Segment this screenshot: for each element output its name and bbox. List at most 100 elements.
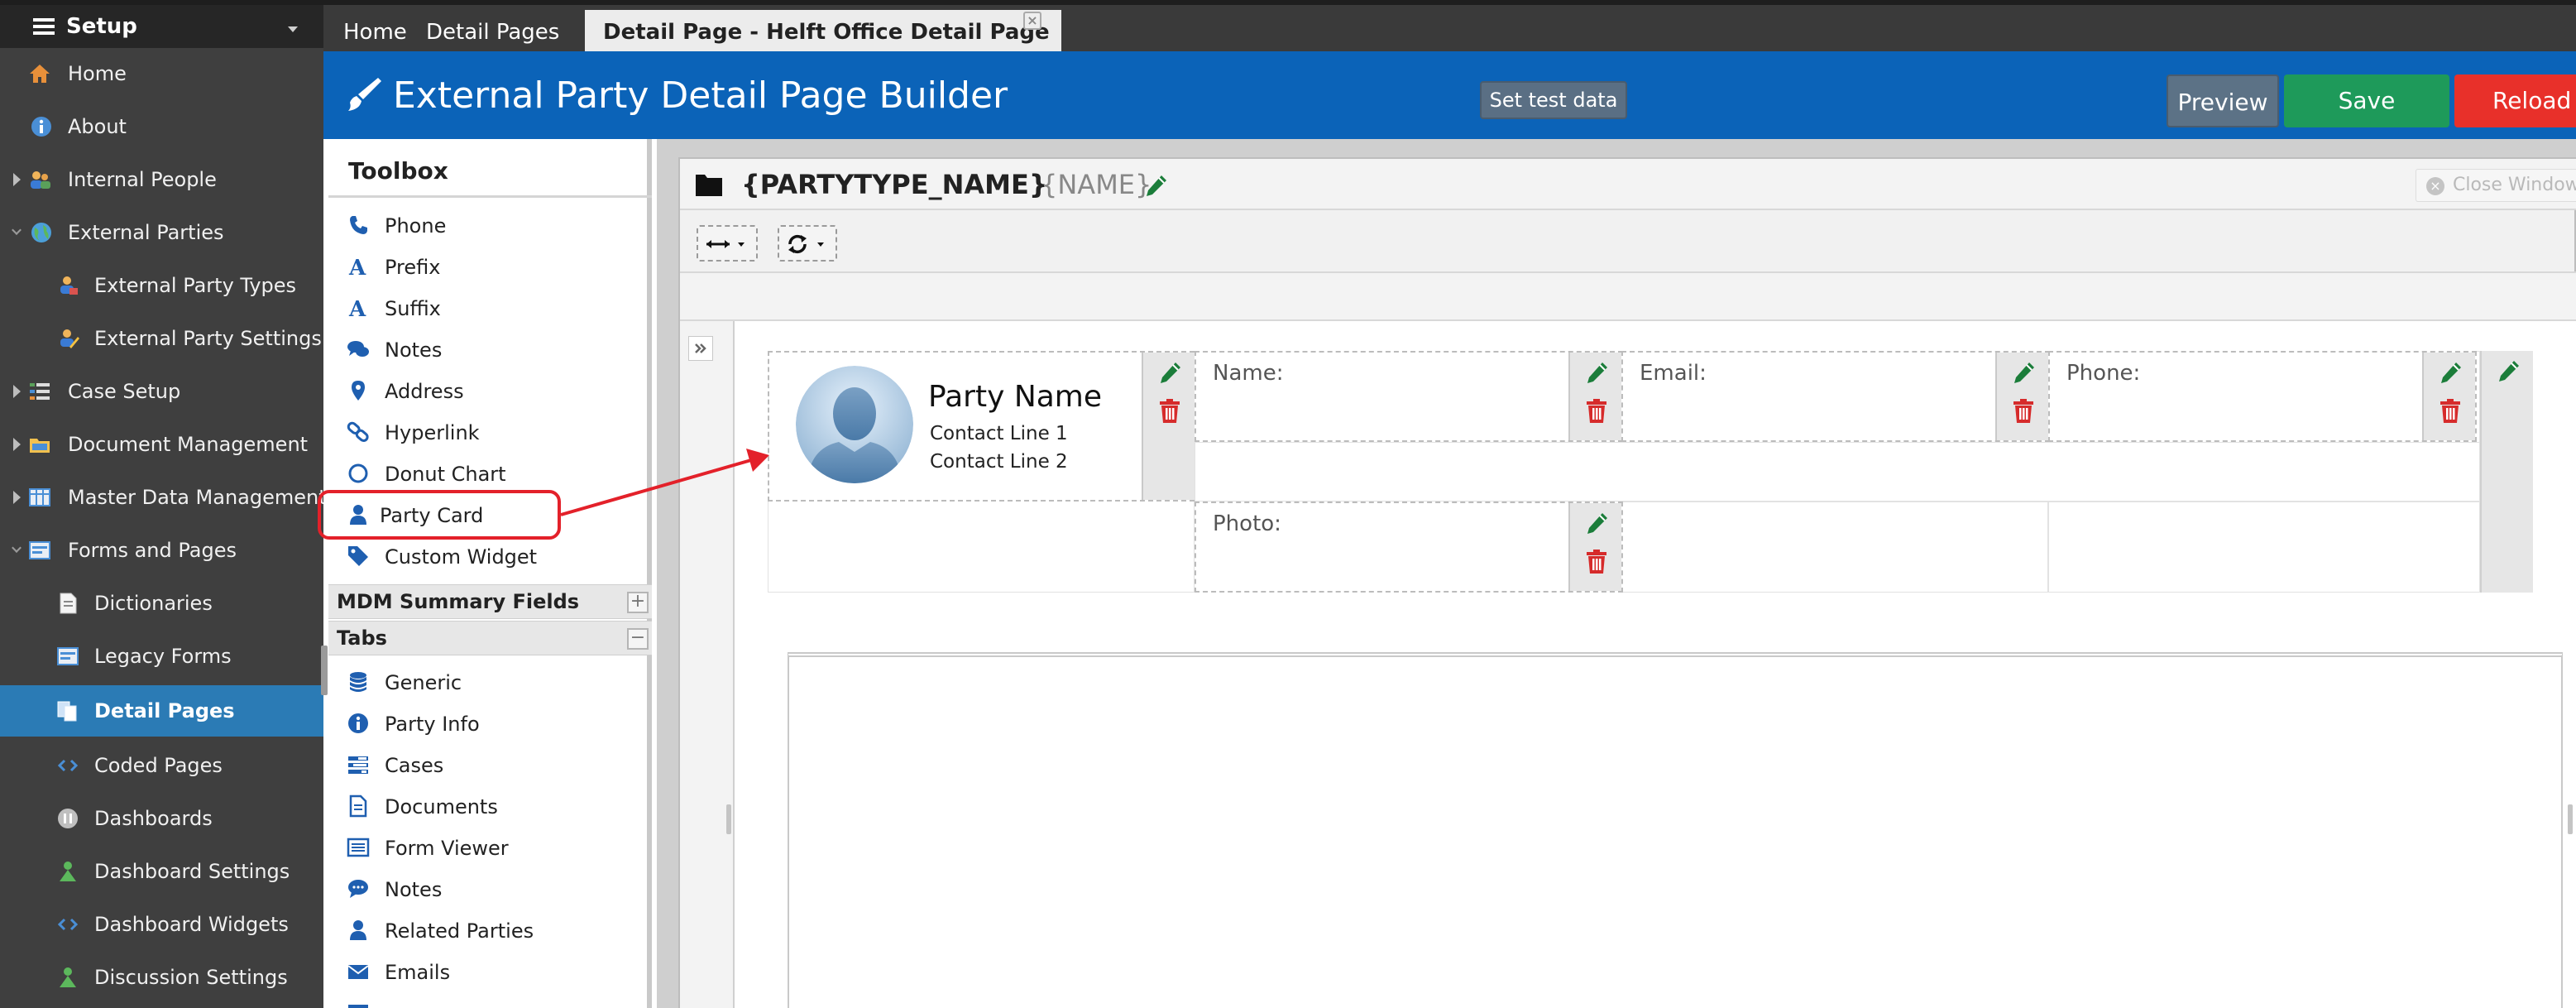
panel-resize-handle[interactable]: [2568, 804, 2573, 834]
tool-tab-notes[interactable]: Notes: [328, 869, 652, 910]
edit-pencil-icon[interactable]: [1143, 174, 1168, 199]
expand-icon[interactable]: [13, 491, 21, 504]
code-icon: [57, 759, 79, 772]
grid-icon: [29, 488, 50, 506]
name-field-widget[interactable]: Name:: [1195, 351, 1623, 442]
group-tabs[interactable]: Tabs −: [328, 621, 652, 655]
builder-canvas: {PARTYTYPE_NAME} {NAME} × Close Window P…: [657, 139, 2576, 1008]
edit-pencil-icon[interactable]: [2011, 361, 2036, 386]
edit-pencil-icon[interactable]: [2496, 359, 2521, 384]
preview-button[interactable]: Preview: [2167, 74, 2279, 127]
collapse-icon[interactable]: [12, 543, 22, 553]
trash-icon[interactable]: [1159, 399, 1180, 424]
nav-discussion-settings[interactable]: Discussion Settings: [0, 952, 323, 1003]
nav-home[interactable]: Home: [0, 48, 323, 99]
refresh-dropdown[interactable]: [778, 225, 837, 262]
edit-pencil-icon[interactable]: [1584, 361, 1609, 386]
close-window-button[interactable]: × Close Window: [2416, 169, 2576, 202]
email-field-widget[interactable]: Email:: [1621, 351, 2050, 442]
tab-detail-page-helft-office[interactable]: Detail Page - Helft Office Detail Page ×: [585, 10, 1061, 56]
hamburger-icon[interactable]: [33, 17, 55, 36]
sidebar-resize-handle[interactable]: [321, 646, 328, 695]
tool-prefix[interactable]: A Prefix: [328, 247, 652, 288]
tool-address[interactable]: Address: [328, 371, 652, 412]
nav-label: Discussion Settings: [94, 966, 288, 989]
globe-icon: [31, 223, 51, 242]
document-icon: [60, 593, 77, 614]
tool-tab-form-viewer[interactable]: Form Viewer: [328, 828, 652, 869]
setup-sidebar: Setup Home About Internal People Externa…: [0, 0, 323, 1008]
tool-label: Hyperlink: [385, 421, 480, 444]
chevron-down-icon[interactable]: [288, 26, 298, 32]
nav-master-data-management[interactable]: Master Data Management: [0, 472, 323, 523]
trash-icon[interactable]: [1586, 550, 1607, 574]
tool-notes[interactable]: Notes: [328, 329, 652, 371]
edit-pencil-icon[interactable]: [1157, 361, 1182, 386]
nav-forms-and-pages[interactable]: Forms and Pages: [0, 525, 323, 576]
nav-dashboard-settings[interactable]: Dashboard Settings: [0, 846, 323, 897]
nav-label: About: [68, 115, 127, 138]
close-icon[interactable]: ×: [1023, 12, 1041, 30]
expand-icon[interactable]: [13, 173, 21, 186]
tab-home[interactable]: Home: [330, 10, 407, 56]
phone-field-widget[interactable]: Phone:: [2048, 351, 2477, 442]
reload-button[interactable]: Reload: [2454, 74, 2576, 127]
set-test-data-button[interactable]: Set test data: [1480, 81, 1627, 119]
expand-toolbar-button[interactable]: [688, 336, 713, 361]
trash-icon[interactable]: [2013, 399, 2034, 424]
photo-field-widget[interactable]: Photo:: [1195, 502, 1623, 593]
panel-resize-handle[interactable]: [726, 804, 731, 834]
contact-line-2: Contact Line 2: [930, 451, 1068, 473]
collapse-minus-icon[interactable]: −: [627, 628, 649, 650]
nav-document-management[interactable]: Document Management: [0, 419, 323, 470]
nav-dashboard-widgets[interactable]: Dashboard Widgets: [0, 899, 323, 950]
tool-suffix[interactable]: A Suffix: [328, 288, 652, 329]
nav-case-setup[interactable]: Case Setup: [0, 366, 323, 417]
nav-internal-people[interactable]: Internal People: [0, 154, 323, 205]
tool-tab-generic[interactable]: Generic: [328, 662, 652, 703]
trash-icon[interactable]: [2440, 399, 2461, 424]
tool-phone[interactable]: Phone: [328, 205, 652, 247]
tool-custom-widget[interactable]: Custom Widget: [328, 536, 652, 578]
tool-tab-more[interactable]: [328, 993, 652, 1008]
case-setup-icon: [30, 383, 50, 400]
nav-dashboards[interactable]: Dashboards: [0, 793, 323, 844]
trash-icon[interactable]: [1586, 399, 1607, 424]
nav-external-party-types[interactable]: External Party Types: [0, 260, 323, 311]
nav-label: External Party Settings: [94, 327, 322, 350]
edit-pencil-icon[interactable]: [2438, 361, 2463, 386]
tool-tab-party-info[interactable]: Party Info: [328, 703, 652, 745]
expand-icon[interactable]: [13, 438, 21, 451]
save-button[interactable]: Save: [2284, 74, 2449, 127]
nav-label: Home: [68, 62, 127, 85]
party-settings-icon: [60, 329, 79, 348]
edit-pencil-icon[interactable]: [1584, 511, 1609, 536]
nav-label: Internal People: [68, 168, 217, 191]
field-label: Phone:: [2066, 361, 2141, 386]
list-icon: [347, 838, 370, 857]
collapse-icon[interactable]: [12, 225, 22, 235]
tool-label: Documents: [385, 795, 498, 818]
tool-label: Notes: [385, 338, 443, 362]
envelope-icon: [347, 965, 369, 979]
tool-tab-related-parties[interactable]: Related Parties: [328, 910, 652, 952]
tool-tab-cases[interactable]: Cases: [328, 745, 652, 786]
expand-plus-icon[interactable]: +: [627, 592, 649, 613]
comments-icon: [347, 341, 369, 357]
party-card-widget[interactable]: Party Name Contact Line 1 Contact Line 2: [768, 351, 1195, 502]
pages-icon: [57, 701, 77, 722]
width-toggle-dropdown[interactable]: [697, 225, 758, 262]
nav-detail-pages[interactable]: Detail Pages: [0, 685, 323, 737]
nav-external-party-settings[interactable]: External Party Settings: [0, 313, 323, 364]
group-mdm-summary-fields[interactable]: MDM Summary Fields +: [328, 584, 652, 619]
tool-tab-documents[interactable]: Documents: [328, 786, 652, 828]
setup-menu-header[interactable]: Setup: [0, 5, 323, 48]
tabs-drop-zone[interactable]: [788, 652, 2563, 1008]
nav-about[interactable]: About: [0, 101, 323, 152]
nav-coded-pages[interactable]: Coded Pages: [0, 740, 323, 791]
expand-icon[interactable]: [13, 385, 21, 398]
tool-tab-emails[interactable]: Emails: [328, 952, 652, 993]
nav-legacy-forms[interactable]: Legacy Forms: [0, 631, 323, 682]
nav-dictionaries[interactable]: Dictionaries: [0, 578, 323, 629]
nav-external-parties[interactable]: External Parties: [0, 207, 323, 258]
